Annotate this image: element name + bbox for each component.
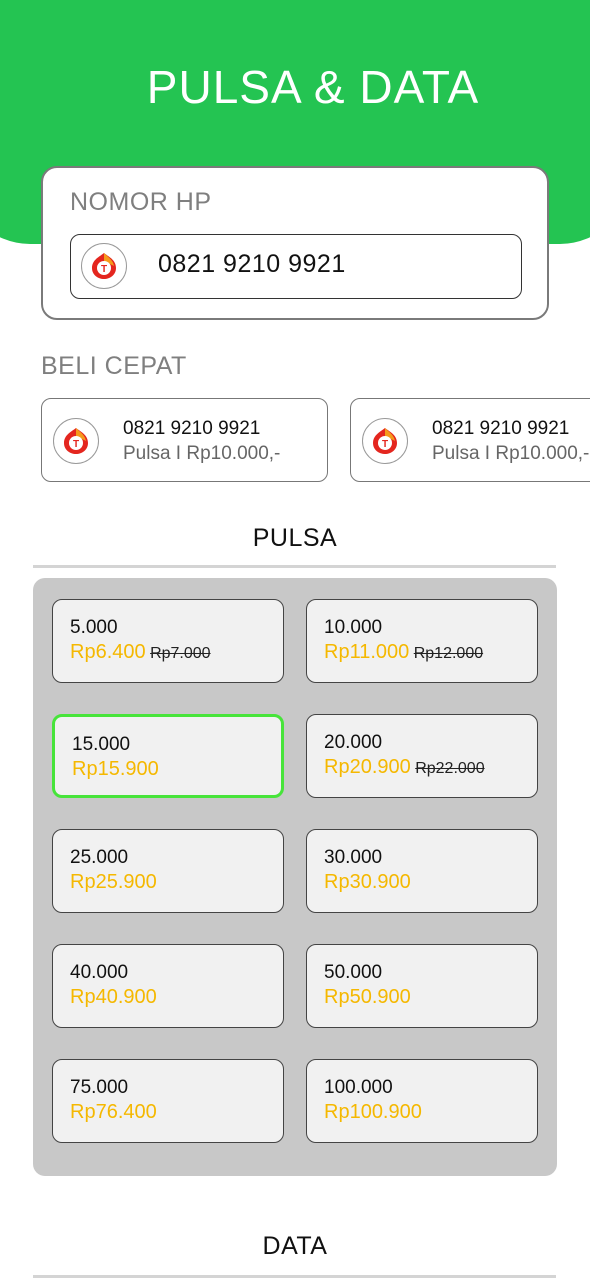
pulsa-option-price: Rp30.900 bbox=[324, 871, 411, 893]
pulsa-option-nominal: 30.000 bbox=[324, 847, 383, 868]
pulsa-option-nominal: 25.000 bbox=[70, 847, 129, 868]
telkomsel-logo-icon: T bbox=[362, 418, 408, 464]
phone-number-card: NOMOR HP T 0821 9210 9921 bbox=[41, 166, 549, 320]
svg-text:T: T bbox=[73, 439, 79, 450]
pulsa-option-price: Rp50.900 bbox=[324, 986, 411, 1008]
svg-text:T: T bbox=[382, 439, 388, 450]
quick-buy-card[interactable]: T 0821 9210 9921 Pulsa I Rp10.000,- bbox=[350, 398, 590, 482]
pulsa-option-price: Rp40.900 bbox=[70, 986, 157, 1008]
svg-text:T: T bbox=[101, 264, 107, 275]
pulsa-option-nominal: 5.000 bbox=[70, 617, 118, 638]
pulsa-option[interactable]: 75.000 Rp76.400 bbox=[52, 1059, 284, 1143]
phone-number-label: NOMOR HP bbox=[70, 188, 212, 216]
quick-buy-detail: Pulsa I Rp10.000,- bbox=[432, 443, 590, 464]
data-section-divider bbox=[33, 1275, 556, 1278]
pulsa-option[interactable]: 40.000 Rp40.900 bbox=[52, 944, 284, 1028]
pulsa-option-nominal: 50.000 bbox=[324, 962, 383, 983]
pulsa-option[interactable]: 50.000 Rp50.900 bbox=[306, 944, 538, 1028]
quick-buy-detail: Pulsa I Rp10.000,- bbox=[123, 443, 281, 464]
pulsa-section-divider bbox=[33, 565, 556, 568]
pulsa-option[interactable]: 100.000 Rp100.900 bbox=[306, 1059, 538, 1143]
quick-buy-number: 0821 9210 9921 bbox=[432, 418, 570, 439]
data-section-title[interactable]: DATA bbox=[0, 1232, 590, 1261]
phone-number-value: 0821 9210 9921 bbox=[158, 250, 346, 278]
pulsa-options-panel: 5.000 Rp6.400 Rp7.000 10.000 Rp11.000 Rp… bbox=[33, 578, 557, 1176]
pulsa-option-nominal: 20.000 bbox=[324, 732, 383, 753]
phone-number-input[interactable]: T 0821 9210 9921 bbox=[70, 234, 522, 299]
pulsa-option-nominal: 100.000 bbox=[324, 1077, 393, 1098]
pulsa-option-nominal: 10.000 bbox=[324, 617, 383, 638]
page: PULSA & DATA NOMOR HP T 0821 9210 9921 B… bbox=[0, 0, 590, 1280]
pulsa-option-price: Rp100.900 bbox=[324, 1101, 422, 1123]
pulsa-section-title[interactable]: PULSA bbox=[0, 524, 590, 553]
pulsa-option[interactable]: 30.000 Rp30.900 bbox=[306, 829, 538, 913]
page-title: PULSA & DATA bbox=[146, 61, 480, 113]
pulsa-option-nominal: 75.000 bbox=[70, 1077, 129, 1098]
pulsa-option-nominal: 15.000 bbox=[72, 734, 131, 755]
pulsa-option[interactable]: 25.000 Rp25.900 bbox=[52, 829, 284, 913]
pulsa-option-price: Rp6.400 bbox=[70, 641, 146, 663]
telkomsel-logo-icon: T bbox=[81, 243, 127, 289]
pulsa-option-selected[interactable]: 15.000 Rp15.900 bbox=[52, 714, 284, 798]
pulsa-option-price: Rp20.900 bbox=[324, 756, 411, 778]
pulsa-option-nominal: 40.000 bbox=[70, 962, 129, 983]
quick-buy-number: 0821 9210 9921 bbox=[123, 418, 261, 439]
pulsa-option[interactable]: 5.000 Rp6.400 Rp7.000 bbox=[52, 599, 284, 683]
pulsa-option-price: Rp11.000 bbox=[324, 641, 410, 663]
pulsa-option-price: Rp76.400 bbox=[70, 1101, 157, 1123]
pulsa-option[interactable]: 20.000 Rp20.900 Rp22.000 bbox=[306, 714, 538, 798]
pulsa-option[interactable]: 10.000 Rp11.000 Rp12.000 bbox=[306, 599, 538, 683]
pulsa-option-old-price: Rp7.000 bbox=[150, 645, 211, 662]
pulsa-option-old-price: Rp12.000 bbox=[413, 645, 484, 662]
quick-buy-label: BELI CEPAT bbox=[41, 352, 187, 380]
pulsa-option-price: Rp25.900 bbox=[70, 871, 157, 893]
pulsa-option-price: Rp15.900 bbox=[72, 758, 159, 780]
telkomsel-logo-icon: T bbox=[53, 418, 99, 464]
quick-buy-card[interactable]: T 0821 9210 9921 Pulsa I Rp10.000,- bbox=[41, 398, 328, 482]
pulsa-option-old-price: Rp22.000 bbox=[415, 760, 485, 777]
